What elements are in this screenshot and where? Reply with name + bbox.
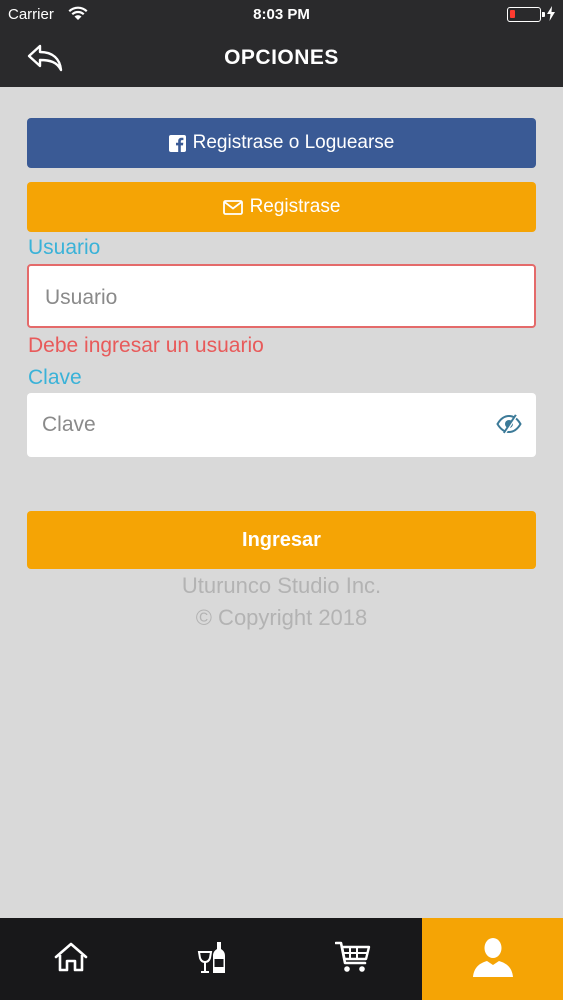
username-placeholder: Usuario	[45, 286, 118, 309]
home-icon	[54, 942, 88, 977]
tab-home[interactable]	[0, 918, 141, 1000]
cart-icon	[334, 941, 371, 978]
password-placeholder: Clave	[42, 413, 96, 436]
clock: 8:03 PM	[253, 6, 310, 23]
envelope-icon	[222, 199, 243, 215]
company-name: Uturunco Studio Inc.	[181, 573, 382, 598]
wine-bottle-icon	[197, 940, 227, 979]
login-button[interactable]: Ingresar	[27, 511, 536, 569]
password-field[interactable]: Clave	[27, 393, 536, 457]
battery-icon	[507, 7, 545, 22]
username-error: Debe ingresar un usuario	[28, 334, 264, 357]
username-field[interactable]: Usuario	[27, 264, 536, 328]
eye-slash-icon[interactable]	[496, 413, 522, 440]
register-label: Registrase	[249, 196, 341, 217]
facebook-login-label: Registrase o Loguearse	[192, 132, 395, 153]
tab-user[interactable]	[422, 918, 563, 1000]
login-label: Ingresar	[242, 528, 321, 551]
tab-bar	[0, 918, 563, 1000]
password-label: Clave	[28, 366, 82, 389]
tab-cart[interactable]	[282, 918, 423, 1000]
top-bar: Carrier 8:03 PM OPCIONES	[0, 0, 563, 87]
user-icon	[472, 937, 514, 982]
copyright-text: © Copyright 2018	[195, 605, 368, 630]
username-label: Usuario	[28, 236, 101, 259]
page-title: OPCIONES	[224, 46, 339, 69]
facebook-login-button[interactable]: Registrase o Loguearse	[27, 118, 536, 168]
register-button[interactable]: Registrase	[27, 182, 536, 232]
tab-drinks[interactable]	[141, 918, 282, 1000]
facebook-icon	[168, 134, 186, 152]
charging-icon	[547, 6, 555, 25]
status-bar: Carrier 8:03 PM	[0, 0, 563, 30]
